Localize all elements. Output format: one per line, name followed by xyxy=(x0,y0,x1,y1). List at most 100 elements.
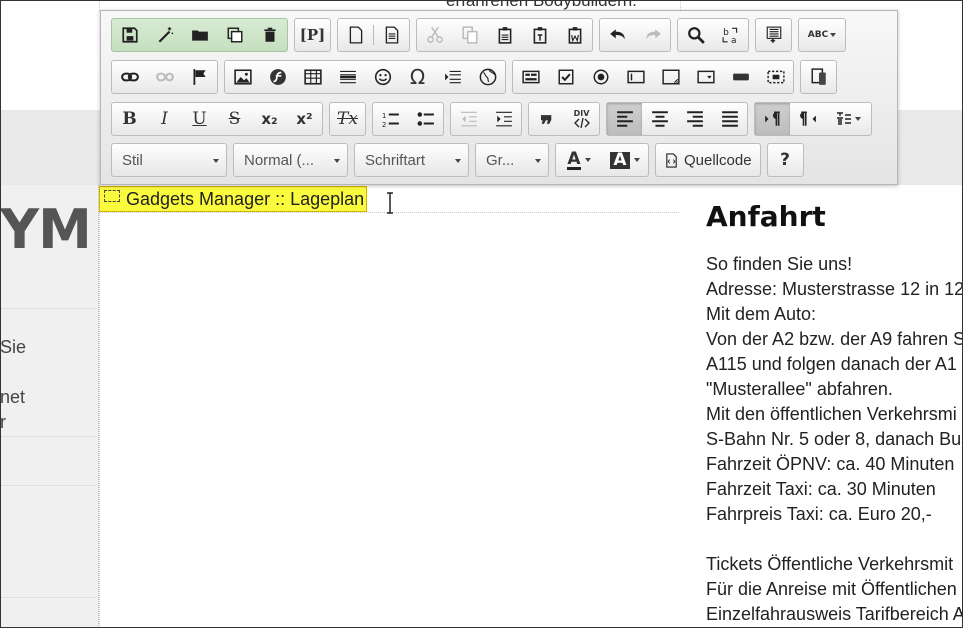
text-color-button[interactable]: A xyxy=(556,144,602,176)
font-size-dropdown-value: Gr... xyxy=(486,151,515,169)
gadget-placeholder[interactable]: Gadgets Manager :: Lageplan xyxy=(99,186,367,212)
select-all-button[interactable] xyxy=(756,19,791,51)
textarea-button[interactable] xyxy=(653,61,688,93)
cut-icon xyxy=(426,26,443,43)
spellcheck-button[interactable]: ABC xyxy=(799,19,845,51)
spellcheck-text: ABC xyxy=(807,30,829,40)
smiley-icon xyxy=(374,68,391,86)
text-ltr-icon xyxy=(764,111,780,126)
flash-button[interactable] xyxy=(260,61,295,93)
font-size-dropdown[interactable]: Gr... xyxy=(475,143,549,177)
checkbox-button[interactable] xyxy=(548,61,583,93)
divider xyxy=(0,308,96,309)
align-center-button[interactable] xyxy=(642,103,677,135)
delete-button[interactable] xyxy=(252,19,287,51)
table-button[interactable] xyxy=(295,61,330,93)
create-div-button[interactable]: DIV xyxy=(564,103,599,135)
language-button[interactable] xyxy=(825,103,871,135)
new-page-button[interactable] xyxy=(338,19,373,51)
paste-text-button[interactable] xyxy=(522,19,557,51)
checkbox-icon xyxy=(558,69,573,85)
link-button[interactable] xyxy=(112,61,147,93)
special-char-button[interactable]: Ω xyxy=(400,61,435,93)
indent-icon xyxy=(495,111,512,127)
chevron-down-icon xyxy=(633,158,640,162)
colors-group: A A xyxy=(555,143,649,177)
svg-text:a: a xyxy=(731,36,737,44)
unlink-button[interactable] xyxy=(147,61,182,93)
placeholder-label: Gadgets Manager :: Lageplan xyxy=(126,188,365,209)
cut-button[interactable] xyxy=(417,19,452,51)
replace-button[interactable]: ba xyxy=(713,19,748,51)
numbered-list-button[interactable]: 12 xyxy=(373,103,408,135)
magic-wand-button[interactable] xyxy=(147,19,182,51)
divider xyxy=(0,485,96,486)
paste-button[interactable] xyxy=(487,19,522,51)
italic-button[interactable]: I xyxy=(147,103,182,135)
mobile-icon xyxy=(811,68,826,85)
right-text-line: A115 und folgen danach der A1 xyxy=(706,354,957,374)
align-left-button[interactable] xyxy=(607,103,642,135)
justify-button[interactable] xyxy=(712,103,747,135)
styles-dropdown[interactable]: Stil xyxy=(111,143,227,177)
link-icon xyxy=(120,72,139,82)
hidden-field-button[interactable] xyxy=(758,61,793,93)
font-dropdown[interactable]: Schriftart xyxy=(354,143,469,177)
page-break-button[interactable] xyxy=(435,61,470,93)
remove-format-button[interactable]: Tx xyxy=(330,103,365,135)
strikethrough-button[interactable]: S xyxy=(217,103,252,135)
form-button-button[interactable] xyxy=(723,61,758,93)
help-button[interactable]: ? xyxy=(768,144,803,176)
select-field-button[interactable] xyxy=(688,61,723,93)
smiley-button[interactable] xyxy=(365,61,400,93)
copy-page-button[interactable] xyxy=(217,19,252,51)
form-icon xyxy=(521,70,540,84)
bold-button[interactable]: B xyxy=(112,103,147,135)
mobile-preview-button[interactable] xyxy=(801,61,836,93)
text-field-button[interactable] xyxy=(618,61,653,93)
align-right-button[interactable] xyxy=(677,103,712,135)
templates-button[interactable] xyxy=(374,19,409,51)
superscript-button[interactable]: x² xyxy=(287,103,322,135)
folder-icon xyxy=(191,30,208,41)
find-button[interactable] xyxy=(678,19,713,51)
table-icon xyxy=(303,69,322,85)
redo-button[interactable] xyxy=(635,19,670,51)
editor-content-area[interactable] xyxy=(99,185,682,628)
insert-placeholder-button[interactable]: [P] xyxy=(295,19,330,51)
save-button[interactable] xyxy=(112,19,147,51)
undo-group xyxy=(599,18,671,52)
right-text-line: Fahrzeit ÖPNV: ca. 40 Minuten xyxy=(706,454,955,474)
form-button[interactable] xyxy=(513,61,548,93)
underline-button[interactable]: U xyxy=(182,103,217,135)
rtl-button[interactable] xyxy=(790,103,825,135)
open-folder-button[interactable] xyxy=(182,19,217,51)
iframe-button[interactable] xyxy=(470,61,505,93)
ltr-button[interactable] xyxy=(755,103,790,135)
undo-icon xyxy=(609,29,625,40)
horizontal-rule-icon xyxy=(339,70,356,84)
globe-icon xyxy=(479,68,496,86)
outdent-button[interactable] xyxy=(451,103,486,135)
subscript-button[interactable]: x₂ xyxy=(252,103,287,135)
paste-word-button[interactable] xyxy=(557,19,592,51)
anchor-button[interactable] xyxy=(182,61,217,93)
select-field-icon xyxy=(696,70,715,84)
radio-button[interactable] xyxy=(583,61,618,93)
indent-button[interactable] xyxy=(486,103,521,135)
radio-icon xyxy=(593,69,608,85)
source-button[interactable]: Quellcode xyxy=(656,144,760,176)
source-icon xyxy=(666,152,677,168)
copy-button[interactable] xyxy=(452,19,487,51)
divider xyxy=(0,597,96,598)
background-color-button[interactable]: A xyxy=(602,144,648,176)
undo-button[interactable] xyxy=(600,19,635,51)
horizontal-rule-button[interactable] xyxy=(330,61,365,93)
blockquote-button[interactable]: ❞ xyxy=(529,103,564,139)
format-dropdown[interactable]: Normal (... xyxy=(233,143,348,177)
right-text-line: Fahrpreis Taxi: ca. Euro 20,- xyxy=(706,504,932,524)
side-text-line: Sie xyxy=(0,337,27,357)
image-button[interactable] xyxy=(225,61,260,93)
right-text-line: Für die Anreise mit Öffentlichen xyxy=(706,579,957,599)
bulleted-list-button[interactable] xyxy=(408,103,443,135)
